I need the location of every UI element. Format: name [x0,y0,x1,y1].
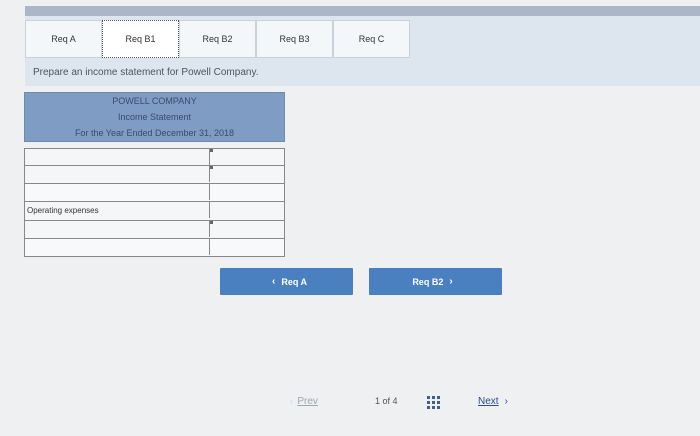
table-row [24,184,285,202]
amount-cell[interactable] [210,221,284,237]
next-link[interactable]: Next › [478,396,508,407]
tab-req-c[interactable]: Req C [333,20,410,58]
amount-cell[interactable] [210,239,284,255]
row-label [27,185,207,200]
cell-marker [210,166,213,169]
amount-cell[interactable] [210,149,284,165]
statement-title: Income Statement [117,112,192,122]
statement-table: Operating expenses [24,148,285,257]
table-row [24,221,285,239]
table-row: Operating expenses [24,202,285,221]
label-cell[interactable] [25,184,210,200]
table-row [24,239,285,257]
row-label-operating-expenses: Operating expenses [27,206,99,215]
statement-header: POWELL COMPANY Income Statement For the … [24,92,285,142]
top-bar [25,6,700,16]
statement-period: For the Year Ended December 31, 2018 [74,128,235,138]
chevron-left-icon: ‹ [271,276,276,287]
requirement-tabs: Req A Req B1 Req B2 Req B3 Req C [25,20,410,58]
amount-cell [210,202,284,218]
label-cell[interactable] [25,166,210,182]
label-cell[interactable] [25,221,210,237]
statement-header-box: POWELL COMPANY Income Statement For the … [24,92,285,142]
table-row [24,148,285,166]
company-name: POWELL COMPANY [112,96,197,106]
row-label [27,150,207,165]
tab-req-a[interactable]: Req A [25,20,102,58]
chevron-left-icon: ‹ [290,396,294,407]
chevron-right-icon: › [449,276,453,287]
table-row [24,166,285,184]
prev-link-label: Prev [297,396,318,407]
prev-req-label: Req A [281,276,307,287]
label-cell[interactable] [25,239,210,255]
row-label [27,222,207,237]
row-label [27,240,207,255]
amount-cell[interactable] [210,184,284,200]
pager: ‹ Prev 1 of 4 Next › [290,396,550,412]
label-cell[interactable] [25,149,210,165]
page-position: 1 of 4 [375,396,398,406]
tab-req-b3[interactable]: Req B3 [256,20,333,58]
label-cell: Operating expenses [25,202,210,218]
next-req-label: Req B2 [412,276,444,287]
cell-marker [210,149,213,152]
amount-cell[interactable] [210,166,284,182]
row-label [27,167,207,182]
cell-marker [210,221,213,224]
next-link-label: Next [478,396,499,407]
chevron-right-icon: › [504,396,508,407]
instruction-text: Prepare an income statement for Powell C… [33,67,259,78]
tab-req-b2[interactable]: Req B2 [179,20,256,58]
prev-req-button[interactable]: ‹ Req A [220,268,353,295]
prev-link[interactable]: ‹ Prev [290,396,318,407]
next-req-button[interactable]: Req B2 › [369,268,502,295]
grid-icon[interactable] [427,396,441,410]
tab-req-b1[interactable]: Req B1 [102,20,179,58]
